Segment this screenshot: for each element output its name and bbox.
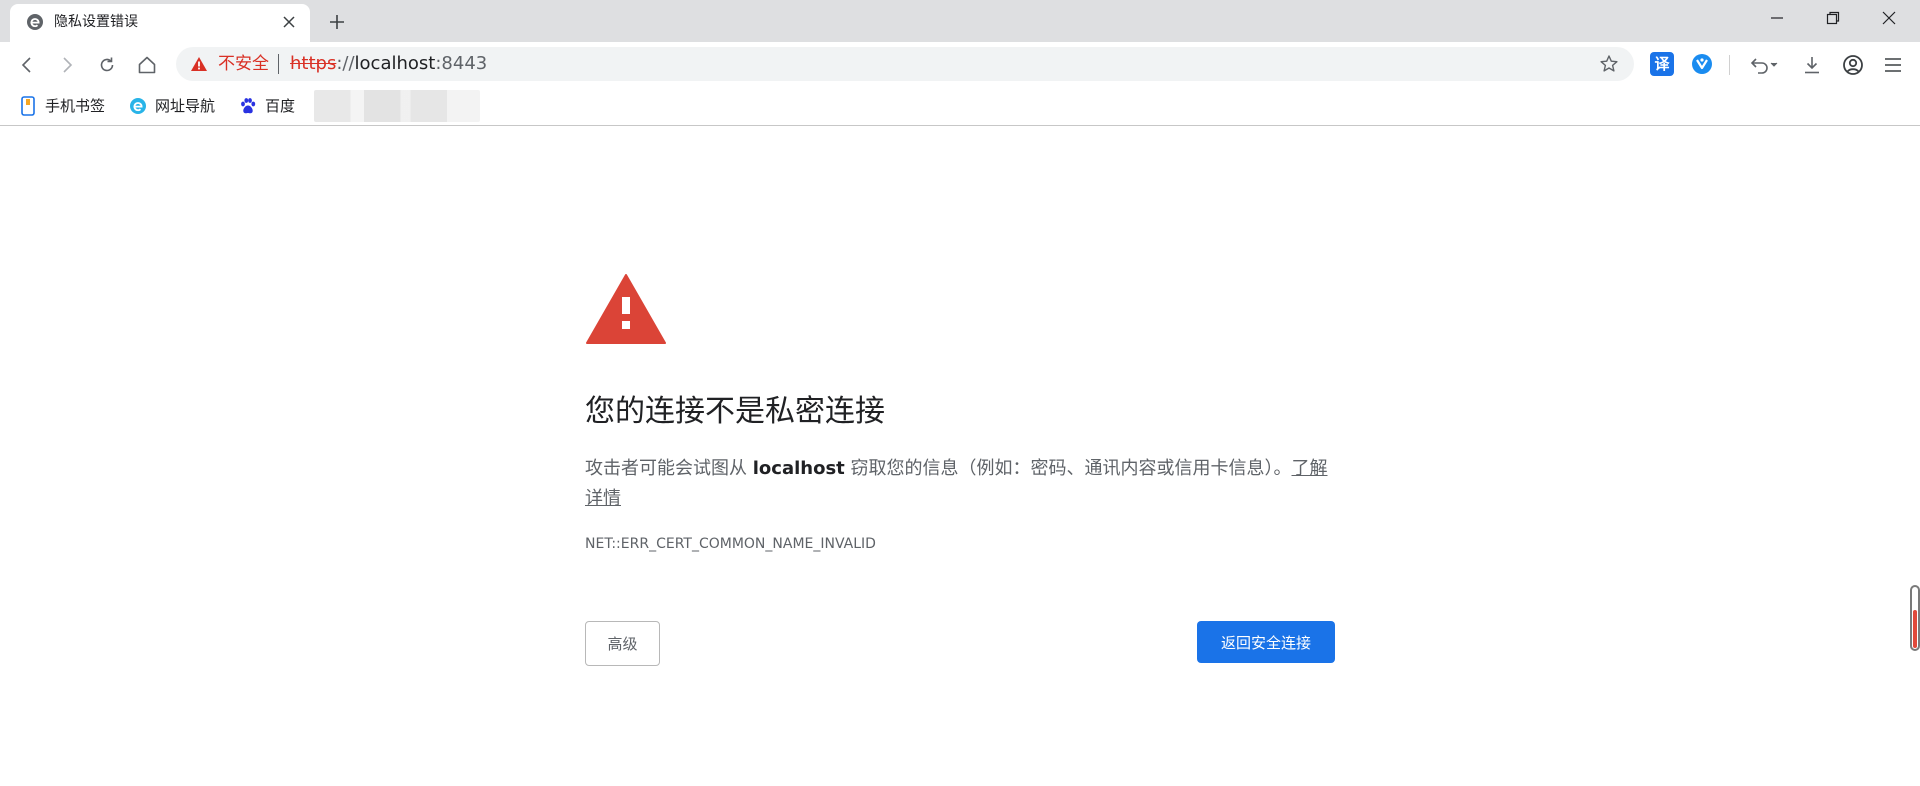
- bookmark-item-baidu[interactable]: 百度: [239, 94, 295, 118]
- warning-triangle-icon: [585, 273, 667, 345]
- browser-e-icon: [26, 13, 44, 31]
- error-code[interactable]: NET::ERR_CERT_COMMON_NAME_INVALID: [585, 535, 876, 553]
- bookmarks-bar: 手机书签 网址导航 百度: [0, 86, 1920, 126]
- url-scheme: https: [290, 53, 337, 74]
- undo-icon: [1750, 58, 1778, 74]
- bookmark-label: 百度: [265, 97, 296, 115]
- ssl-error-page: 您的连接不是私密连接 攻击者可能会试图从 localhost 窃取您的信息（例如…: [0, 127, 1920, 786]
- minimize-button[interactable]: [1750, 0, 1804, 36]
- scroll-indicator-fill: [1913, 610, 1917, 648]
- omnibox-divider: [278, 54, 279, 74]
- active-tab[interactable]: 隐私设置错误: [10, 4, 310, 42]
- star-icon: [1600, 55, 1618, 72]
- restore-icon: [1826, 11, 1840, 25]
- nav-e-icon: [129, 97, 147, 115]
- shield-extension-icon: [1692, 54, 1712, 74]
- phone-bookmark-icon: [19, 96, 37, 116]
- menu-icon: [1885, 58, 1901, 72]
- bookmark-star-button[interactable]: [1596, 51, 1622, 77]
- back-arrow-icon: [21, 57, 31, 73]
- download-button[interactable]: [1797, 50, 1827, 80]
- security-status-label[interactable]: 不安全: [218, 54, 269, 74]
- advanced-button[interactable]: 高级: [585, 621, 660, 666]
- url-host: localhost: [354, 53, 436, 74]
- bookmark-item-mobile[interactable]: 手机书签: [19, 94, 105, 118]
- toolbar-divider: [1729, 55, 1730, 75]
- plus-icon: [330, 15, 344, 29]
- forward-button[interactable]: [52, 50, 82, 80]
- window-close-button[interactable]: [1862, 0, 1916, 36]
- bookmark-label: 手机书签: [45, 97, 106, 115]
- url-separator: ://: [336, 53, 355, 74]
- description-text-rest: 窃取您的信息（例如：密码、通讯内容或信用卡信息）。: [844, 458, 1292, 479]
- bookmark-item-navigation[interactable]: 网址导航: [129, 94, 215, 118]
- toolbar: 不安全 https://localhost:8443 译: [0, 42, 1920, 86]
- restore-button[interactable]: [1806, 0, 1860, 36]
- bookmark-label: 网址导航: [155, 97, 216, 115]
- new-tab-button[interactable]: [323, 8, 351, 36]
- account-button[interactable]: [1838, 50, 1868, 80]
- url-port: :8443: [435, 53, 488, 74]
- minimize-icon: [1771, 17, 1783, 19]
- redacted-bookmarks: [314, 90, 480, 122]
- description-host: localhost: [752, 458, 845, 479]
- home-button[interactable]: [132, 50, 162, 80]
- error-description: 攻击者可能会试图从 localhost 窃取您的信息（例如：密码、通讯内容或信用…: [585, 454, 1335, 514]
- tab-strip: 隐私设置错误: [0, 0, 1920, 42]
- translate-icon: 译: [1654, 55, 1670, 73]
- tab-title: 隐私设置错误: [54, 14, 138, 30]
- scroll-indicator[interactable]: [1910, 585, 1920, 651]
- close-icon: [1882, 11, 1896, 25]
- page-title: 您的连接不是私密连接: [585, 394, 885, 429]
- reload-icon: [100, 57, 114, 72]
- menu-button[interactable]: [1878, 50, 1908, 80]
- shield-extension-button[interactable]: [1690, 52, 1714, 76]
- address-bar[interactable]: 不安全 https://localhost:8443: [176, 47, 1634, 81]
- baidu-paw-icon: [239, 97, 257, 115]
- forward-arrow-icon: [63, 57, 73, 73]
- description-text: 攻击者可能会试图从: [585, 458, 753, 479]
- warning-triangle-icon[interactable]: [190, 56, 208, 72]
- account-icon: [1843, 55, 1863, 75]
- back-button[interactable]: [12, 50, 42, 80]
- undo-button[interactable]: [1748, 50, 1782, 80]
- home-icon: [138, 56, 156, 74]
- download-icon: [1805, 57, 1819, 74]
- reload-button[interactable]: [92, 50, 122, 80]
- translate-extension-button[interactable]: 译: [1650, 52, 1674, 76]
- tab-close-icon[interactable]: [278, 11, 300, 33]
- back-to-safety-button[interactable]: 返回安全连接: [1197, 621, 1335, 663]
- url-text[interactable]: https://localhost:8443: [290, 53, 487, 75]
